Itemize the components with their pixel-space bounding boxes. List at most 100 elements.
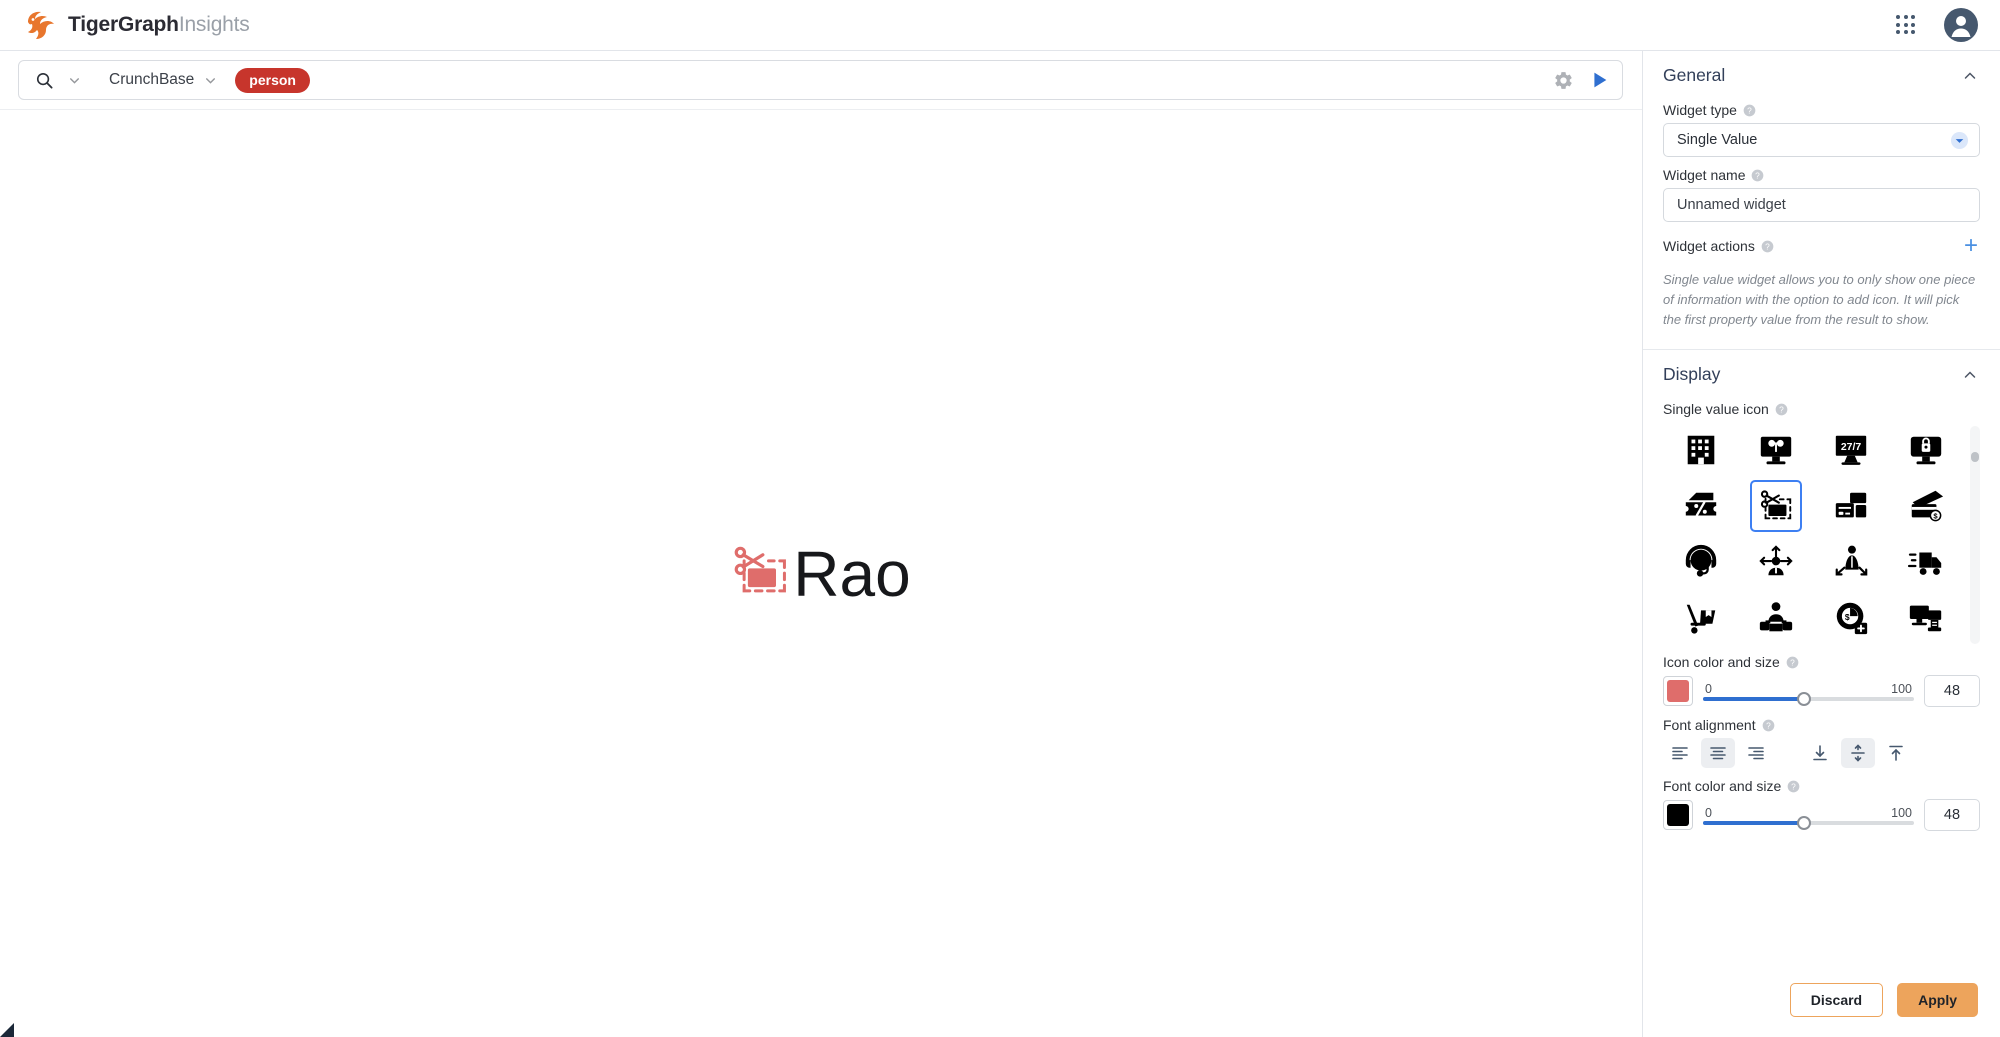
apps-grid-icon[interactable] xyxy=(1894,13,1918,37)
graph-name-label[interactable]: CrunchBase xyxy=(109,71,194,89)
icon-size-slider-fill xyxy=(1703,696,1805,701)
brand-logo-area[interactable]: TigerGraphInsights xyxy=(24,10,250,40)
icon-option-agent-network[interactable] xyxy=(1750,536,1802,588)
help-icon[interactable]: ? xyxy=(1787,780,1800,793)
align-top-button[interactable] xyxy=(1879,738,1913,768)
widget-settings-panel: General Widget type ? Single Value Widge… xyxy=(1642,51,2000,1037)
svg-text:?: ? xyxy=(1747,105,1752,115)
svg-text:?: ? xyxy=(1766,720,1771,730)
icon-option-hand-truck[interactable] xyxy=(1675,592,1727,644)
widget-type-label: Widget type xyxy=(1663,102,1737,118)
font-color-swatch[interactable] xyxy=(1663,800,1693,831)
font-size-slider-track[interactable] xyxy=(1703,815,1914,830)
help-icon[interactable]: ? xyxy=(1786,656,1799,669)
svg-text:?: ? xyxy=(1779,404,1784,414)
credit-cards-icon xyxy=(1835,492,1867,518)
icon-picker-scrollbar[interactable] xyxy=(1970,426,1980,645)
coupon-cut-icon xyxy=(734,546,787,592)
icon-option-monitor-printer[interactable] xyxy=(1900,592,1952,644)
widget-name-value: Unnamed widget xyxy=(1677,197,1786,213)
general-section-header[interactable]: General xyxy=(1643,51,2000,96)
align-right-button[interactable] xyxy=(1739,738,1773,768)
icon-picker-scroll-thumb[interactable] xyxy=(1971,452,1979,463)
query-search-box[interactable]: CrunchBase person xyxy=(18,60,1623,100)
query-tag-person[interactable]: person xyxy=(235,67,310,93)
help-icon[interactable]: ? xyxy=(1751,169,1764,182)
icon-option-monitor-lock[interactable] xyxy=(1900,424,1952,476)
brand-title-bold: TigerGraph xyxy=(68,13,179,36)
icon-picker: 27/7 $ $ xyxy=(1663,424,1980,645)
align-right-icon xyxy=(1748,747,1764,760)
icon-option-monitor-plant[interactable] xyxy=(1750,424,1802,476)
help-icon[interactable]: ? xyxy=(1762,719,1775,732)
chevron-down-icon[interactable] xyxy=(1950,131,1969,150)
icon-size-slider-track[interactable] xyxy=(1703,691,1914,706)
monitor-plant-icon xyxy=(1760,436,1792,465)
play-icon[interactable] xyxy=(1588,69,1610,91)
icon-color-swatch[interactable] xyxy=(1663,676,1693,707)
svg-text:27/7: 27/7 xyxy=(1841,442,1862,453)
help-icon[interactable]: ? xyxy=(1775,403,1788,416)
headset-support-icon xyxy=(1685,545,1716,577)
font-size-slider-knob[interactable] xyxy=(1797,815,1812,830)
widget-type-hint: Single value widget allows you to only s… xyxy=(1663,272,1976,327)
icon-size-min: 0 xyxy=(1705,681,1712,696)
icon-option-coupon-cut[interactable] xyxy=(1749,480,1802,533)
account-avatar-icon[interactable] xyxy=(1944,8,1978,42)
icon-size-input[interactable]: 48 xyxy=(1924,675,1980,708)
card-payment-dollar-icon: $ xyxy=(1912,491,1944,522)
help-icon[interactable]: ? xyxy=(1761,240,1774,253)
icon-option-team-group[interactable] xyxy=(1750,592,1802,644)
chevron-up-icon[interactable] xyxy=(1962,367,1978,383)
single-value-text: Rao xyxy=(793,537,911,610)
top-bar: TigerGraphInsights xyxy=(0,0,2000,51)
align-bottom-button[interactable] xyxy=(1803,738,1837,768)
icon-option-monitor-247[interactable]: 27/7 xyxy=(1825,424,1877,476)
display-section-header[interactable]: Display xyxy=(1643,350,2000,395)
panel-footer-actions: Discard Apply xyxy=(1789,983,1978,1017)
icon-size-slider-knob[interactable] xyxy=(1797,691,1812,706)
top-bar-actions xyxy=(1894,8,1978,42)
icon-option-card-payment-dollar[interactable]: $ xyxy=(1900,480,1952,532)
monitor-printer-icon xyxy=(1910,605,1942,632)
font-size-input[interactable]: 48 xyxy=(1924,799,1980,832)
icon-color-fill xyxy=(1667,680,1689,703)
gear-icon[interactable] xyxy=(1553,70,1574,91)
widget-actions-label: Widget actions xyxy=(1663,238,1755,254)
widget-name-input[interactable]: Unnamed widget xyxy=(1663,188,1980,222)
office-building-icon xyxy=(1687,436,1714,465)
icon-option-credit-cards[interactable] xyxy=(1825,480,1877,532)
graph-select-chevron-down-icon[interactable] xyxy=(204,74,217,87)
help-icon[interactable]: ? xyxy=(1743,104,1756,117)
search-icon[interactable] xyxy=(35,71,54,90)
icon-option-delivery-truck[interactable] xyxy=(1900,536,1952,588)
icon-option-headset-support[interactable] xyxy=(1675,536,1727,588)
canvas-corner-handle[interactable] xyxy=(0,1023,14,1037)
font-size-value: 48 xyxy=(1943,807,1961,824)
align-middle-button[interactable] xyxy=(1841,738,1875,769)
team-group-icon xyxy=(1759,602,1793,632)
monitor-247-icon: 27/7 xyxy=(1835,436,1867,466)
widget-type-select[interactable]: Single Value xyxy=(1663,123,1980,157)
icon-color-size-label-row: Icon color and size ? xyxy=(1663,654,1980,670)
chevron-up-icon[interactable] xyxy=(1962,68,1978,84)
apply-button[interactable]: Apply xyxy=(1897,983,1978,1017)
discard-button[interactable]: Discard xyxy=(1789,983,1884,1017)
icon-option-pie-chart-add[interactable]: $ xyxy=(1825,592,1877,644)
font-color-fill xyxy=(1667,804,1689,827)
delivery-truck-icon xyxy=(1908,552,1942,576)
widget-type-label-row: Widget type ? xyxy=(1663,102,1980,118)
font-alignment-label-row: Font alignment ? xyxy=(1663,717,1980,733)
display-section-title: Display xyxy=(1663,364,1721,385)
tigergraph-logo-icon xyxy=(28,11,54,39)
icon-option-agent-direction[interactable] xyxy=(1825,536,1877,588)
align-left-button[interactable] xyxy=(1663,738,1697,768)
icon-option-percent-wallet[interactable] xyxy=(1675,480,1727,532)
coupon-cut-icon xyxy=(1760,490,1792,520)
brand-title: TigerGraphInsights xyxy=(68,13,250,37)
svg-text:?: ? xyxy=(1791,781,1796,791)
add-widget-action-button[interactable]: + xyxy=(1962,234,1980,258)
icon-option-office-building[interactable] xyxy=(1675,424,1727,476)
search-mode-chevron-down-icon[interactable] xyxy=(68,74,81,87)
align-center-button[interactable] xyxy=(1701,738,1735,769)
